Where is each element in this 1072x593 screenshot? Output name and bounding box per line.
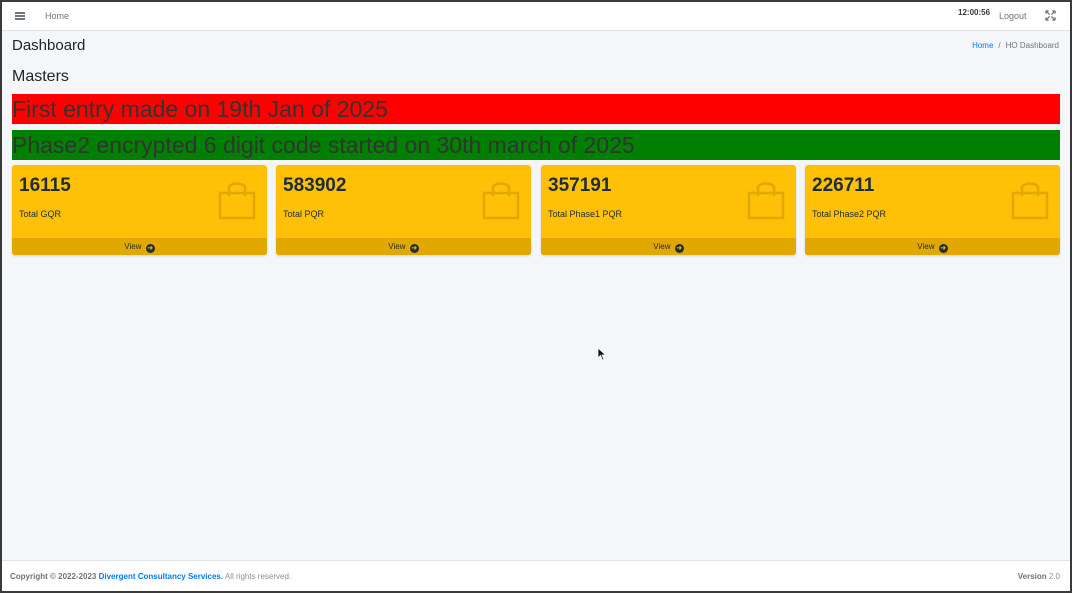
shopping-bag-icon — [218, 182, 256, 220]
page-title: Dashboard — [12, 37, 86, 54]
version-value: 2.0 — [1048, 572, 1060, 581]
card-view-label: View — [653, 242, 671, 251]
arrow-circle-right-icon: ➜ — [145, 244, 155, 253]
card-value: 583902 — [283, 175, 347, 196]
card-label: Total Phase2 PQR — [812, 209, 887, 219]
breadcrumb: Home / HO Dashboard — [972, 41, 1059, 50]
breadcrumb-separator: / — [998, 41, 1001, 50]
stat-card-total-pqr: 583902 Total PQR View ➜ — [276, 165, 531, 255]
logout-link[interactable]: Logout — [999, 11, 1027, 21]
card-view-button[interactable]: View ➜ — [541, 238, 796, 255]
breadcrumb-home-link[interactable]: Home — [972, 41, 993, 50]
version-label: Version — [1017, 572, 1047, 581]
arrow-circle-right-icon: ➜ — [938, 244, 948, 253]
shopping-bag-icon — [1011, 182, 1049, 220]
top-navbar: Home 12:00:56 Logout — [2, 2, 1070, 31]
fullscreen-icon[interactable] — [1045, 10, 1056, 21]
stat-card-total-phase1-pqr: 357191 Total Phase1 PQR View ➜ — [541, 165, 796, 255]
card-label: Total Phase1 PQR — [548, 209, 623, 219]
stat-cards: 16115 Total GQR View ➜ 583902 Total PQR … — [12, 165, 1060, 255]
copyright: Copyright © 2022-2023 Divergent Consulta… — [10, 572, 291, 581]
arrow-circle-right-icon: ➜ — [409, 244, 419, 253]
card-value: 226711 — [812, 175, 875, 196]
banner-first-entry: First entry made on 19th Jan of 2025 — [12, 94, 1060, 124]
card-view-button[interactable]: View ➜ — [276, 238, 531, 255]
company-link[interactable]: Divergent Consultancy Services. — [99, 572, 224, 581]
page-footer: Copyright © 2022-2023 Divergent Consulta… — [2, 560, 1070, 591]
arrow-circle-right-icon: ➜ — [674, 244, 684, 253]
breadcrumb-current: HO Dashboard — [1005, 41, 1059, 50]
stat-card-total-phase2-pqr: 226711 Total Phase2 PQR View ➜ — [805, 165, 1060, 255]
card-view-label: View — [388, 242, 406, 251]
card-label: Total PQR — [283, 209, 325, 219]
card-label: Total GQR — [19, 209, 62, 219]
card-view-label: View — [124, 242, 142, 251]
version-info: Version 2.0 — [1018, 572, 1060, 581]
shopping-bag-icon — [482, 182, 520, 220]
app-window: Home 12:00:56 Logout Dashboard Home / HO D… — [2, 2, 1070, 591]
stat-card-total-gqr: 16115 Total GQR View ➜ — [12, 165, 267, 255]
card-view-button[interactable]: View ➜ — [805, 238, 1060, 255]
hamburger-icon[interactable] — [15, 9, 27, 23]
card-value: 357191 — [548, 175, 612, 196]
mouse-cursor-icon — [597, 347, 607, 361]
card-value: 16115 — [19, 175, 71, 196]
card-view-label: View — [917, 242, 935, 251]
copyright-prefix: Copyright © 2022-2023 — [10, 572, 97, 581]
banner-phase2: Phase2 encrypted 6 digit code started on… — [12, 130, 1060, 160]
rights-text: All rights reserved. — [224, 572, 292, 581]
card-view-button[interactable]: View ➜ — [12, 238, 267, 255]
nav-home-link[interactable]: Home — [45, 11, 69, 21]
shopping-bag-icon — [747, 182, 785, 220]
clock-time: 12:00:56 — [958, 8, 991, 17]
section-title: Masters — [12, 68, 69, 85]
